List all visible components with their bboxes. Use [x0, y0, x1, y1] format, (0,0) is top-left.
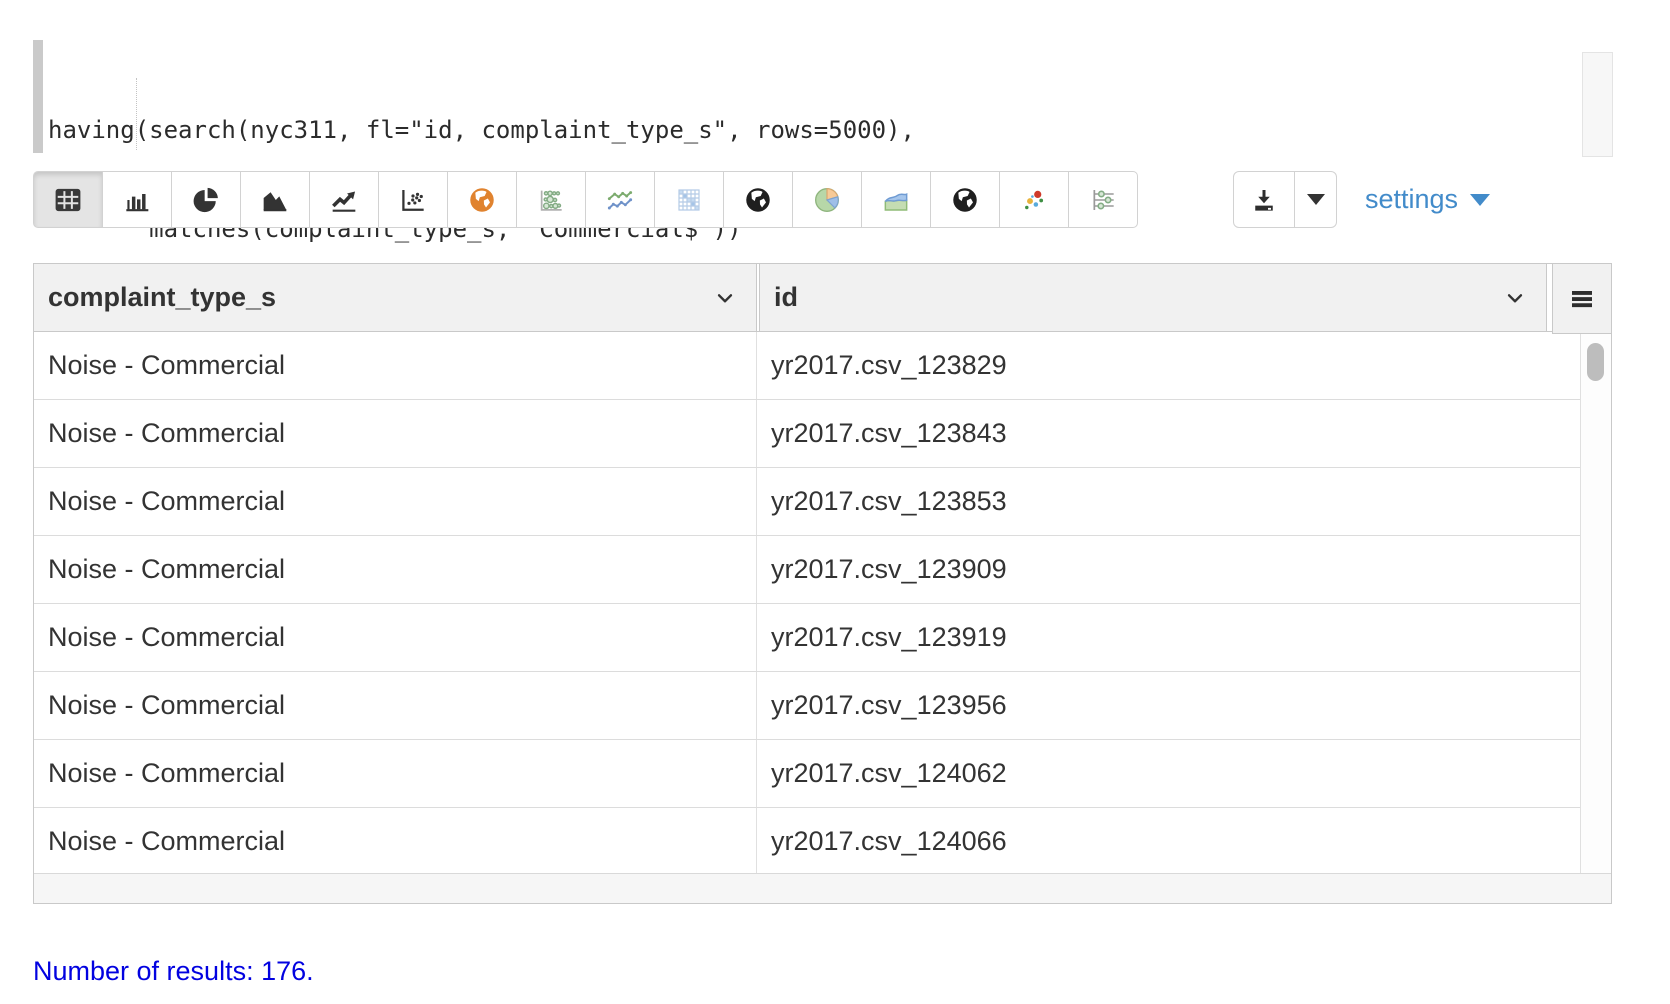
scrollbar-thumb[interactable] [1587, 343, 1604, 381]
colored-scatter-icon [1018, 184, 1050, 216]
column-menu-button[interactable] [712, 285, 738, 311]
download-options-button[interactable] [1295, 171, 1337, 228]
viz-button-group [33, 171, 1138, 228]
cell-complaint-type: Noise - Commercial [34, 332, 757, 399]
editor-scrollbar[interactable] [1582, 52, 1613, 157]
table-row: Noise - Commercial yr2017.csv_123956 [34, 672, 1580, 740]
paragraph: having(search(nyc311, fl="id, complaint_… [0, 0, 1670, 1004]
cell-complaint-type: Noise - Commercial [34, 536, 757, 603]
column-header-label: id [774, 282, 798, 313]
cell-complaint-type: Noise - Commercial [34, 740, 757, 807]
cell-id: yr2017.csv_123843 [757, 400, 1580, 467]
scatter-plot-icon [397, 184, 429, 216]
bubble-chart-icon [535, 184, 567, 216]
column-header-id[interactable]: id [759, 264, 1547, 331]
column-menu-button[interactable] [1502, 285, 1528, 311]
viz-button-map[interactable] [447, 171, 517, 228]
grid-menu-button[interactable] [1552, 264, 1611, 334]
download-icon [1249, 185, 1279, 215]
viz-button-pie-chart[interactable] [171, 171, 241, 228]
column-header-complaint-type[interactable]: complaint_type_s [34, 264, 757, 331]
viz-button-bubble-chart[interactable] [516, 171, 586, 228]
black-globe-icon [949, 184, 981, 216]
viz-button-colored-scatter[interactable] [999, 171, 1069, 228]
chevron-down-icon [712, 285, 738, 311]
viz-button-stacked-area-chart[interactable] [861, 171, 931, 228]
cell-complaint-type: Noise - Commercial [34, 468, 757, 535]
cell-complaint-type: Noise - Commercial [34, 604, 757, 671]
table-row: Noise - Commercial yr2017.csv_124062 [34, 740, 1580, 808]
table-row: Noise - Commercial yr2017.csv_123909 [34, 536, 1580, 604]
viz-button-table[interactable] [33, 171, 103, 228]
viz-button-globe-map[interactable] [723, 171, 793, 228]
colored-pie-chart-icon [811, 184, 843, 216]
stacked-area-chart-icon [880, 184, 912, 216]
parallel-coordinates-icon [1087, 184, 1119, 216]
code-line: having(search(nyc311, fl="id, complaint_… [48, 114, 915, 147]
cell-id: yr2017.csv_124062 [757, 740, 1580, 807]
orange-globe-icon [466, 184, 498, 216]
viz-button-matrix-chart[interactable] [654, 171, 724, 228]
viz-button-multi-line-chart[interactable] [585, 171, 655, 228]
column-header-label: complaint_type_s [48, 282, 276, 313]
table-row: Noise - Commercial yr2017.csv_123829 [34, 332, 1580, 400]
results-count: Number of results: 176. [33, 956, 314, 987]
cell-complaint-type: Noise - Commercial [34, 400, 757, 467]
viz-button-parallel-coordinates[interactable] [1068, 171, 1138, 228]
download-button[interactable] [1233, 171, 1295, 228]
hamburger-menu-icon [1567, 284, 1597, 314]
caret-down-icon [1307, 194, 1325, 205]
settings-label: settings [1365, 184, 1458, 215]
line-chart-icon [328, 184, 360, 216]
bar-chart-icon [121, 184, 153, 216]
download-button-group [1233, 171, 1337, 228]
horizontal-scroll-area [34, 873, 1611, 903]
cell-id: yr2017.csv_123853 [757, 468, 1580, 535]
table-row: Noise - Commercial yr2017.csv_123919 [34, 604, 1580, 672]
viz-button-bar-chart[interactable] [102, 171, 172, 228]
table-row: Noise - Commercial yr2017.csv_124066 [34, 808, 1580, 876]
black-globe-icon [742, 184, 774, 216]
settings-dropdown[interactable]: settings [1365, 171, 1490, 228]
cell-id: yr2017.csv_123909 [757, 536, 1580, 603]
cell-id: yr2017.csv_123829 [757, 332, 1580, 399]
chevron-down-icon [1502, 285, 1528, 311]
editor-gutter [33, 40, 43, 153]
cell-id: yr2017.csv_124066 [757, 808, 1580, 875]
caret-down-icon [1470, 194, 1490, 206]
viz-button-scatter-plot[interactable] [378, 171, 448, 228]
viz-button-colored-pie-chart[interactable] [792, 171, 862, 228]
table-icon [52, 184, 84, 216]
viz-button-line-chart[interactable] [309, 171, 379, 228]
visualization-toolbar: settings [33, 171, 1138, 228]
table-row: Noise - Commercial yr2017.csv_123853 [34, 468, 1580, 536]
results-grid: complaint_type_s id [33, 263, 1612, 904]
pie-chart-icon [190, 184, 222, 216]
multi-line-chart-icon [604, 184, 636, 216]
cell-id: yr2017.csv_123919 [757, 604, 1580, 671]
viz-button-area-chart[interactable] [240, 171, 310, 228]
vertical-scrollbar[interactable] [1580, 331, 1611, 874]
cell-id: yr2017.csv_123956 [757, 672, 1580, 739]
code-editor[interactable]: having(search(nyc311, fl="id, complaint_… [33, 40, 1489, 153]
grid-header: complaint_type_s id [34, 264, 1611, 332]
grid-body: Noise - Commercial yr2017.csv_123829 Noi… [34, 332, 1580, 876]
cell-complaint-type: Noise - Commercial [34, 672, 757, 739]
viz-button-world-map[interactable] [930, 171, 1000, 228]
matrix-chart-icon [673, 184, 705, 216]
table-row: Noise - Commercial yr2017.csv_123843 [34, 400, 1580, 468]
cell-complaint-type: Noise - Commercial [34, 808, 757, 875]
area-chart-icon [259, 184, 291, 216]
